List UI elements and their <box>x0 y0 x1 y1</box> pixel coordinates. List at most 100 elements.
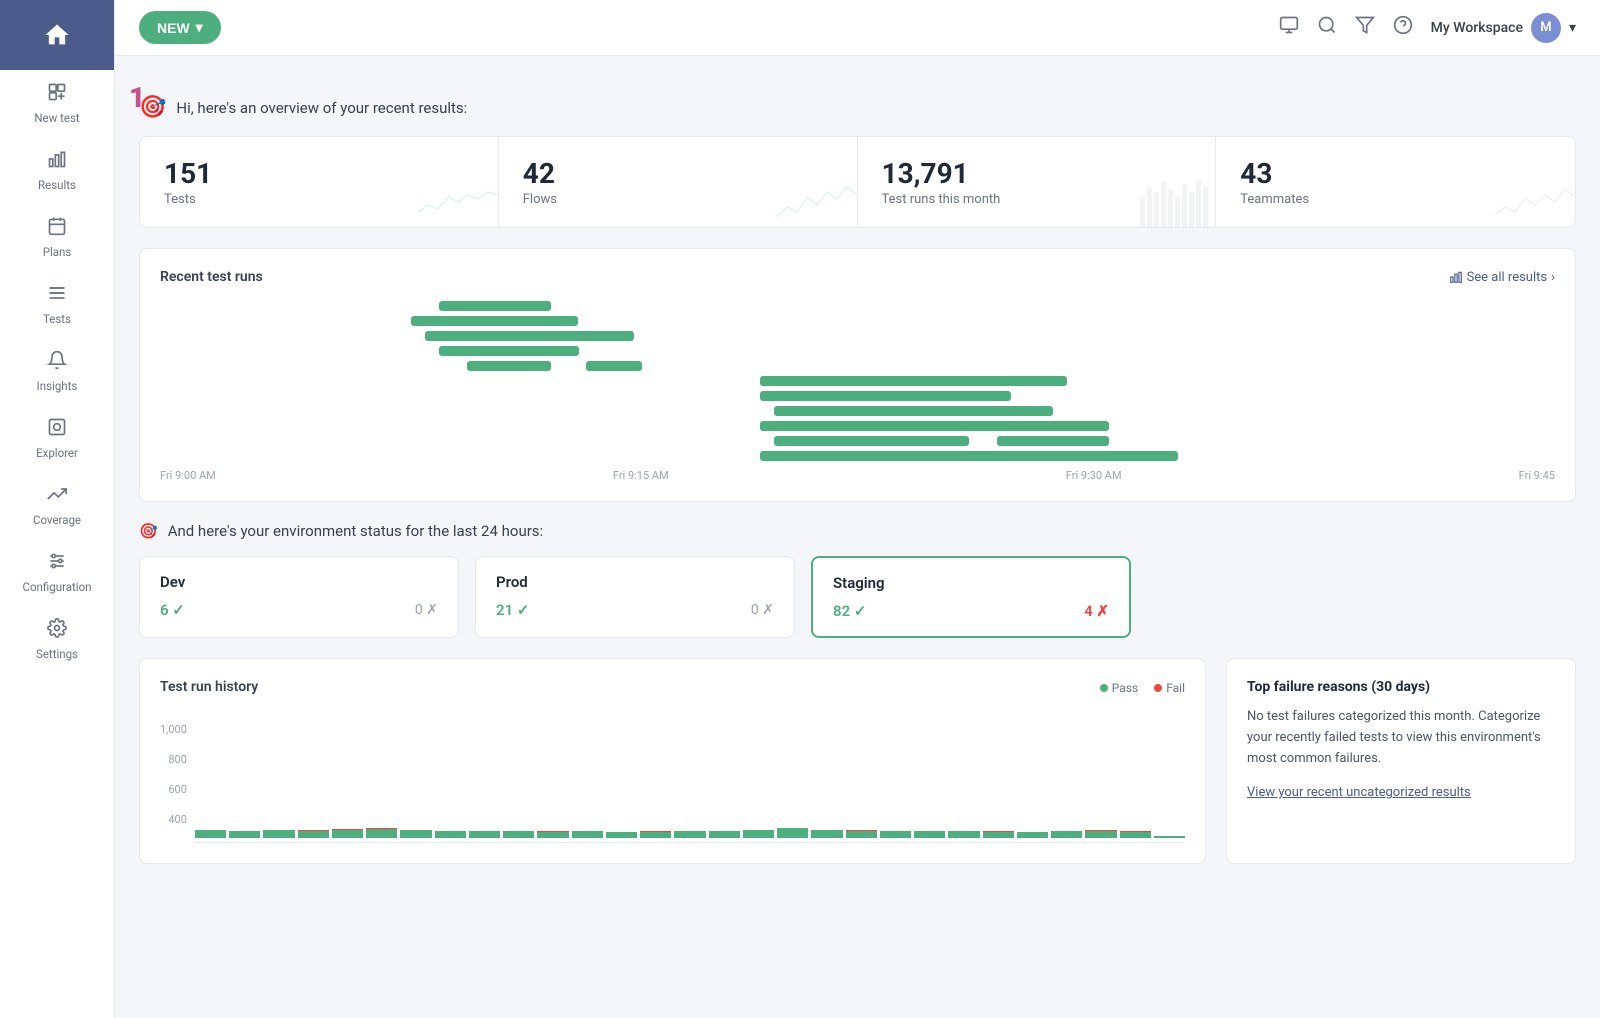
sidebar-item-settings[interactable]: Settings <box>0 606 114 673</box>
monitor-icon[interactable] <box>1279 15 1299 40</box>
pass-bar <box>503 831 534 838</box>
y-axis: 1,000 800 600 400 <box>160 723 187 843</box>
pass-bar <box>572 831 603 838</box>
sidebar-item-insights[interactable]: Insights <box>0 338 114 405</box>
pass-bar <box>640 832 671 838</box>
bar-group <box>1154 723 1185 838</box>
test-run-history-card: Test run history Pass Fail 1,000 800 600… <box>139 658 1206 864</box>
pass-bar <box>298 831 329 838</box>
pass-bar <box>1051 831 1082 838</box>
bar-group <box>263 723 294 838</box>
env-stats: 6 ✓ 0 ✗ <box>160 601 438 619</box>
pass-bar <box>674 831 705 838</box>
plans-icon <box>47 216 67 241</box>
pass-bar <box>263 830 294 838</box>
pass-bar <box>469 831 500 838</box>
env-card-dev: Dev 6 ✓ 0 ✗ <box>139 556 459 638</box>
new-test-icon <box>47 82 67 107</box>
bar-group <box>1017 723 1048 838</box>
bar-group <box>503 723 534 838</box>
pass-bar <box>880 831 911 838</box>
env-pass-count: 21 ✓ <box>496 601 529 619</box>
env-name: Staging <box>833 574 1109 592</box>
section-header: Recent test runs See all results › <box>160 269 1555 285</box>
fail-dot <box>1154 684 1162 692</box>
section-title: Recent test runs <box>160 269 263 285</box>
bar-chart-area <box>195 723 1185 843</box>
pass-bar <box>1154 836 1185 838</box>
configuration-icon <box>47 551 67 576</box>
explorer-icon <box>47 417 67 442</box>
see-all-results-link[interactable]: See all results › <box>1449 270 1555 285</box>
env-stats: 21 ✓ 0 ✗ <box>496 601 774 619</box>
bar-group <box>709 723 740 838</box>
legend-fail: Fail <box>1154 681 1185 695</box>
env-card-prod: Prod 21 ✓ 0 ✗ <box>475 556 795 638</box>
filter-icon[interactable] <box>1355 15 1375 40</box>
gantt-chart: Fri 9:00 AM Fri 9:15 AM Fri 9:30 AM Fri … <box>160 301 1555 481</box>
pass-bar <box>914 831 945 838</box>
sidebar-item-coverage[interactable]: Coverage <box>0 472 114 539</box>
overview-header: 🎯 Hi, here's an overview of your recent … <box>139 95 1576 120</box>
bar-group <box>846 723 877 838</box>
bar-group <box>537 723 568 838</box>
overview-greeting: Hi, here's an overview of your recent re… <box>176 99 467 117</box>
results-icon <box>47 149 67 174</box>
env-pass-count: 6 ✓ <box>160 601 185 619</box>
env-fail-count: 4 ✗ <box>1084 602 1109 620</box>
chart-legend: Pass Fail <box>1100 681 1185 695</box>
failure-reasons-card: Top failure reasons (30 days) No test fa… <box>1226 658 1576 864</box>
pass-bar <box>606 832 637 838</box>
env-name: Prod <box>496 573 774 591</box>
sidebar-item-label: Tests <box>43 312 71 326</box>
workspace-button[interactable]: My Workspace M ▾ <box>1431 13 1576 43</box>
recent-test-runs-card: Recent test runs See all results › <box>139 248 1576 502</box>
pass-bar <box>743 830 774 838</box>
search-icon[interactable] <box>1317 15 1337 40</box>
help-icon[interactable] <box>1393 15 1413 40</box>
gantt-timeline: Fri 9:00 AM Fri 9:15 AM Fri 9:30 AM Fri … <box>160 469 1555 481</box>
bar-chart <box>195 723 1185 843</box>
sidebar-item-results[interactable]: Results <box>0 137 114 204</box>
sidebar-item-label: Settings <box>36 647 78 661</box>
workspace-dropdown-icon: ▾ <box>1569 20 1576 36</box>
sidebar-item-plans[interactable]: Plans <box>0 204 114 271</box>
bar-group <box>469 723 500 838</box>
sidebar-item-tests[interactable]: Tests <box>0 271 114 338</box>
legend-pass: Pass <box>1100 681 1138 695</box>
env-fail-count: 0 ✗ <box>415 602 438 618</box>
stat-card-teammates: 43 Teammates <box>1216 137 1575 227</box>
bar-group <box>983 723 1014 838</box>
stat-card-test-runs: 13,791 Test runs this month <box>858 137 1217 227</box>
env-fail-count: 0 ✗ <box>751 602 774 618</box>
env-name: Dev <box>160 573 438 591</box>
stat-card-flows: 42 Flows <box>499 137 858 227</box>
sidebar-item-new-test[interactable]: New test <box>0 70 114 137</box>
sidebar-item-label: Configuration <box>23 580 92 594</box>
dropdown-arrow-icon: ▾ <box>196 19 203 36</box>
bar-group <box>229 723 260 838</box>
pass-bar <box>332 830 363 838</box>
stat-card-tests: 151 Tests <box>140 137 499 227</box>
bar-group <box>332 723 363 838</box>
new-button[interactable]: NEW ▾ <box>139 11 221 44</box>
uncategorized-results-link[interactable]: View your recent uncategorized results <box>1247 785 1471 800</box>
bar-group <box>880 723 911 838</box>
topbar: NEW ▾ <box>115 0 1600 56</box>
sidebar-item-configuration[interactable]: Configuration <box>0 539 114 606</box>
bar-group <box>606 723 637 838</box>
sidebar-home-button[interactable] <box>0 0 114 70</box>
sidebar-item-label: Plans <box>43 245 72 259</box>
sidebar-item-label: Results <box>38 178 76 192</box>
failure-text: No test failures categorized this month.… <box>1247 707 1555 769</box>
sidebar-item-explorer[interactable]: Explorer <box>0 405 114 472</box>
sidebar: New test Results Plans Tests <box>0 0 115 1018</box>
avatar: M <box>1531 13 1561 43</box>
pass-bar <box>709 831 740 838</box>
bar-group <box>1085 723 1116 838</box>
bar-group <box>914 723 945 838</box>
bar-group <box>1051 723 1082 838</box>
pass-bar <box>537 832 568 838</box>
bottom-section: Test run history Pass Fail 1,000 800 600… <box>139 658 1576 864</box>
bar-group <box>811 723 842 838</box>
